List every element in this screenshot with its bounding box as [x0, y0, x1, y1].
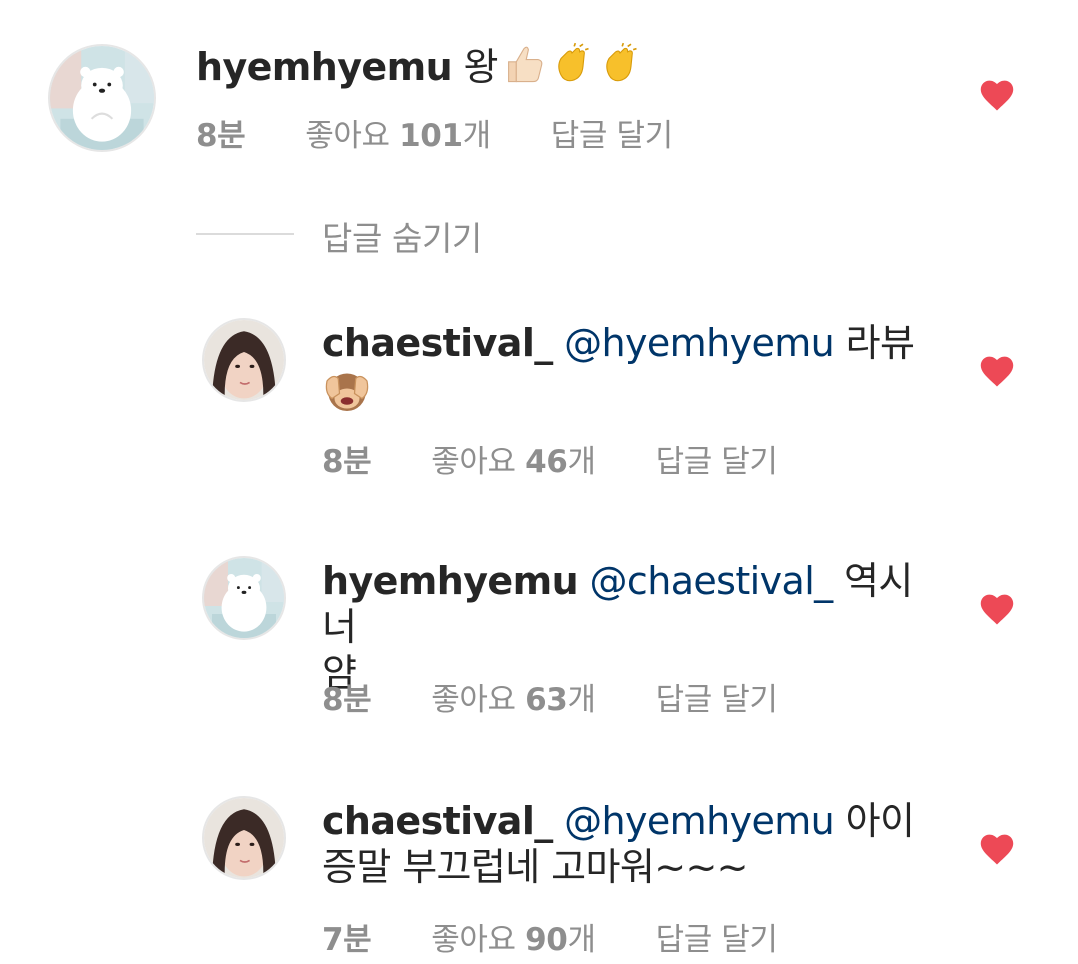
comment-username[interactable]: chaestival_ [322, 799, 553, 843]
likes-label[interactable]: 좋아요 [305, 118, 399, 154]
likes-count[interactable]: 46 [525, 444, 568, 480]
reply-button[interactable]: 답글 달기 [656, 444, 778, 480]
comment-text: 왕 [452, 45, 499, 89]
avatar[interactable] [48, 44, 156, 152]
comment-time: 8분 [322, 682, 372, 718]
polar-bear-avatar-image [50, 46, 154, 150]
likes-label[interactable]: 좋아요 [431, 922, 525, 958]
comment-time: 7분 [322, 922, 372, 958]
like-heart-icon[interactable] [978, 832, 1016, 866]
comment-meta: 8분 좋아요 46개 답글 달기 [322, 436, 778, 481]
likes-suffix[interactable]: 개 [463, 118, 492, 154]
clapping-hands-icon [598, 42, 642, 86]
reply-button[interactable]: 답글 달기 [551, 118, 673, 154]
likes-count[interactable]: 63 [525, 682, 568, 718]
mention-link[interactable]: @chaestival_ [590, 559, 834, 603]
girl-avatar-image [204, 798, 284, 878]
reply-button[interactable]: 답글 달기 [656, 922, 778, 958]
hide-replies-button[interactable]: 답글 숨기기 [322, 212, 482, 260]
comment-body: chaestival_ @hyemhyemu 라뷰 [322, 320, 942, 420]
comment-text: 라뷰 [834, 321, 915, 365]
comment-thread: hyemhyemu 왕 8분 좋아요 101개 답글 달기 답글 숨기기 cha… [0, 0, 1078, 964]
comment-body: chaestival_ @hyemhyemu 아이 증말 부끄럽네 고마워~~~ [322, 798, 942, 890]
comment-username[interactable]: chaestival_ [322, 321, 553, 365]
comment-body: hyemhyemu 왕 [196, 42, 876, 90]
girl-avatar-image [204, 320, 284, 400]
comment-text: 아이 [834, 799, 915, 843]
likes-suffix[interactable]: 개 [567, 922, 596, 958]
comment-username[interactable]: hyemhyemu [322, 559, 579, 603]
comment-username[interactable]: hyemhyemu [196, 45, 453, 89]
like-heart-icon[interactable] [978, 354, 1016, 388]
clapping-hands-icon [550, 42, 594, 86]
likes-label[interactable]: 좋아요 [431, 682, 525, 718]
comment-meta: 7분 좋아요 90개 답글 달기 [322, 914, 778, 959]
comment-time: 8분 [322, 444, 372, 480]
avatar[interactable] [202, 796, 286, 880]
avatar[interactable] [202, 318, 286, 402]
likes-count[interactable]: 101 [399, 118, 463, 154]
mention-link[interactable]: @hyemhyemu [564, 321, 835, 365]
hide-replies-divider [196, 233, 294, 235]
comment-meta: 8분 좋아요 101개 답글 달기 [196, 110, 673, 155]
likes-suffix[interactable]: 개 [567, 444, 596, 480]
mention-link[interactable]: @hyemhyemu [564, 799, 835, 843]
likes-suffix[interactable]: 개 [567, 682, 596, 718]
likes-label[interactable]: 좋아요 [431, 444, 525, 480]
see-no-evil-monkey-icon [322, 366, 372, 416]
like-heart-icon[interactable] [978, 78, 1016, 112]
comment-meta: 8분 좋아요 63개 답글 달기 [322, 674, 778, 719]
polar-bear-avatar-image [204, 558, 284, 638]
avatar[interactable] [202, 556, 286, 640]
reply-button[interactable]: 답글 달기 [656, 682, 778, 718]
comment-time: 8분 [196, 118, 246, 154]
comment-text-line2: 증말 부끄럽네 고마워~~~ [322, 845, 749, 889]
like-heart-icon[interactable] [978, 592, 1016, 626]
likes-count[interactable]: 90 [525, 922, 568, 958]
thumbs-up-icon [502, 42, 546, 86]
